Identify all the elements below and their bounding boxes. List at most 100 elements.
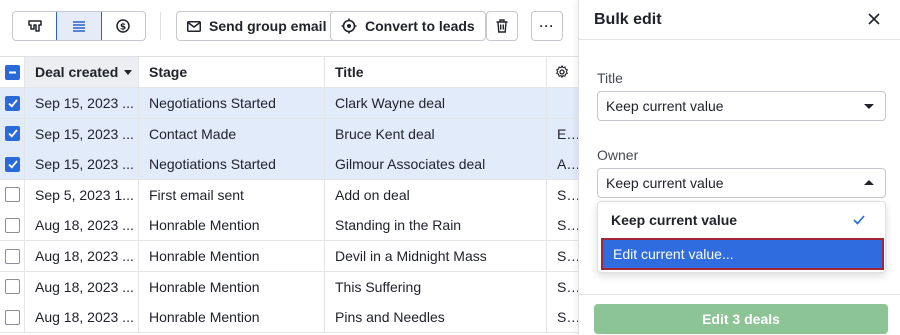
cell-deal-created-text: Sep 15, 2023 ... <box>35 125 134 142</box>
cell-deal-created[interactable]: Aug 18, 2023 ... <box>25 210 139 241</box>
cell-deal-created-text: Sep 15, 2023 ... <box>35 95 134 111</box>
pipeline-view-button[interactable] <box>13 12 57 40</box>
toolbar-divider <box>160 12 161 40</box>
cell-stage[interactable]: Honrable Mention <box>139 210 325 241</box>
cell-owner-text: Stev <box>557 278 578 295</box>
cell-deal-created[interactable]: Sep 5, 2023 1... <box>25 179 139 210</box>
chevron-down-icon <box>864 104 874 109</box>
table-row[interactable]: Sep 15, 2023 ... Contact Made Bruce Kent d… <box>0 118 578 150</box>
row-select-cell <box>0 210 25 241</box>
table-row[interactable]: Aug 18, 2023 ... Honrable Mention Devil in… <box>0 241 578 272</box>
cell-owner-text: Edw <box>557 125 578 142</box>
table-row[interactable]: Sep 15, 2023 ... Negotiations Started Clar… <box>0 88 578 119</box>
cell-deal-created[interactable]: Sep 15, 2023 ... <box>25 118 139 149</box>
indeterminate-icon <box>9 71 16 73</box>
toolbar: $ Send group email Convert to leads ··· <box>0 0 578 54</box>
gear-icon[interactable] <box>555 65 569 79</box>
option-edit-current-value[interactable]: Edit current value... <box>601 238 884 270</box>
bulk-edit-header: Bulk edit <box>579 0 900 40</box>
cell-stage-text: Negotiations Started <box>149 156 276 173</box>
deals-table: Deal created Stage Title Sep 15, 2023 ..… <box>0 56 578 335</box>
edit-deals-button[interactable]: Edit 3 deals <box>594 304 888 334</box>
cell-deal-created-text: Aug 18, 2023 ... <box>35 217 134 234</box>
close-icon[interactable] <box>866 11 882 27</box>
cell-owner[interactable]: Stev <box>547 210 578 240</box>
checkmark-icon <box>7 160 18 169</box>
cell-title-text: Clark Wayne deal <box>335 95 445 111</box>
target-icon <box>341 18 357 34</box>
bulk-edit-title: Bulk edit <box>594 10 662 28</box>
row-checkbox[interactable] <box>5 248 20 264</box>
column-settings-cell <box>547 57 578 87</box>
column-header-title[interactable]: Title <box>325 57 547 87</box>
row-checkbox[interactable] <box>5 309 20 325</box>
cell-title-text: Add on deal <box>335 186 410 203</box>
cell-stage[interactable]: Honrable Mention <box>139 302 325 333</box>
column-header-deal-created[interactable]: Deal created <box>25 57 139 87</box>
cell-owner[interactable]: Stev <box>547 241 578 271</box>
checkmark-icon <box>7 129 18 138</box>
cell-owner[interactable] <box>547 88 578 118</box>
cell-title[interactable]: This Suffering <box>325 271 547 302</box>
send-group-email-button[interactable]: Send group email <box>176 11 338 41</box>
row-checkbox[interactable] <box>5 126 20 142</box>
row-checkbox[interactable] <box>5 187 20 203</box>
select-all-checkbox[interactable] <box>5 64 20 80</box>
cell-owner-text: Stev <box>557 186 578 203</box>
title-select[interactable]: Keep current value <box>597 91 886 121</box>
cell-deal-created[interactable]: Sep 15, 2023 ... <box>25 149 139 180</box>
row-checkbox[interactable] <box>5 95 20 111</box>
cell-stage[interactable]: Negotiations Started <box>139 149 325 180</box>
cell-stage[interactable]: Contact Made <box>139 118 325 149</box>
cell-owner[interactable]: Stev <box>547 180 578 210</box>
cell-title-text: Standing in the Rain <box>335 217 462 234</box>
convert-to-leads-button[interactable]: Convert to leads <box>330 11 486 41</box>
table-row[interactable]: Aug 18, 2023 ... Honrable Mention Standing… <box>0 210 578 242</box>
cell-deal-created-text: Sep 15, 2023 ... <box>35 156 134 173</box>
cell-title-text: Bruce Kent deal <box>335 125 435 142</box>
column-header-title-label: Title <box>335 64 364 80</box>
cell-owner[interactable]: Aria <box>547 149 578 179</box>
cell-title[interactable]: Gilmour Associates deal <box>325 149 547 180</box>
cell-title[interactable]: Clark Wayne deal <box>325 88 547 118</box>
row-checkbox[interactable] <box>5 156 20 172</box>
cell-deal-created-text: Aug 18, 2023 ... <box>35 278 134 295</box>
cell-title[interactable]: Standing in the Rain <box>325 210 547 241</box>
more-actions-button[interactable]: ··· <box>531 11 563 41</box>
cell-stage-text: Negotiations Started <box>149 95 276 111</box>
cell-stage[interactable]: First email sent <box>139 179 325 210</box>
list-view-button[interactable] <box>56 12 102 40</box>
cell-deal-created[interactable]: Aug 18, 2023 ... <box>25 271 139 302</box>
row-checkbox[interactable] <box>5 217 20 233</box>
cell-owner[interactable]: Stev <box>547 302 578 332</box>
row-select-cell <box>0 149 25 180</box>
cell-stage[interactable]: Honrable Mention <box>139 271 325 302</box>
table-row[interactable]: Sep 15, 2023 ... Negotiations Started Gilm… <box>0 149 578 181</box>
cell-deal-created[interactable]: Sep 15, 2023 ... <box>25 88 139 118</box>
owner-select[interactable]: Keep current value <box>597 168 886 198</box>
cell-deal-created-text: Aug 18, 2023 ... <box>35 248 134 264</box>
cell-title[interactable]: Bruce Kent deal <box>325 118 547 149</box>
owner-field-label: Owner <box>597 147 639 163</box>
row-checkbox[interactable] <box>5 279 20 295</box>
cell-owner-text: Aria <box>557 156 578 173</box>
cell-stage[interactable]: Honrable Mention <box>139 241 325 271</box>
cell-deal-created[interactable]: Aug 18, 2023 ... <box>25 241 139 271</box>
table-row[interactable]: Sep 5, 2023 1... First email sent Add on d… <box>0 179 578 211</box>
table-row[interactable]: Aug 18, 2023 ... Honrable Mention Pins and… <box>0 302 578 334</box>
cell-owner[interactable]: Edw <box>547 119 578 149</box>
cell-owner-text: Stev <box>557 309 578 326</box>
cell-stage-text: Honrable Mention <box>149 217 260 234</box>
forecast-view-button[interactable]: $ <box>101 12 145 40</box>
column-header-stage[interactable]: Stage <box>139 57 325 87</box>
cell-deal-created[interactable]: Aug 18, 2023 ... <box>25 302 139 333</box>
cell-owner[interactable]: Stev <box>547 272 578 302</box>
cell-title[interactable]: Add on deal <box>325 179 547 210</box>
cell-title[interactable]: Devil in a Midnight Mass <box>325 241 547 271</box>
cell-title-text: Gilmour Associates deal <box>335 156 486 173</box>
delete-button[interactable] <box>486 11 518 41</box>
table-row[interactable]: Aug 18, 2023 ... Honrable Mention This Suf… <box>0 271 578 303</box>
cell-title[interactable]: Pins and Needles <box>325 302 547 333</box>
option-keep-current-value[interactable]: Keep current value <box>598 202 885 238</box>
cell-stage[interactable]: Negotiations Started <box>139 88 325 118</box>
